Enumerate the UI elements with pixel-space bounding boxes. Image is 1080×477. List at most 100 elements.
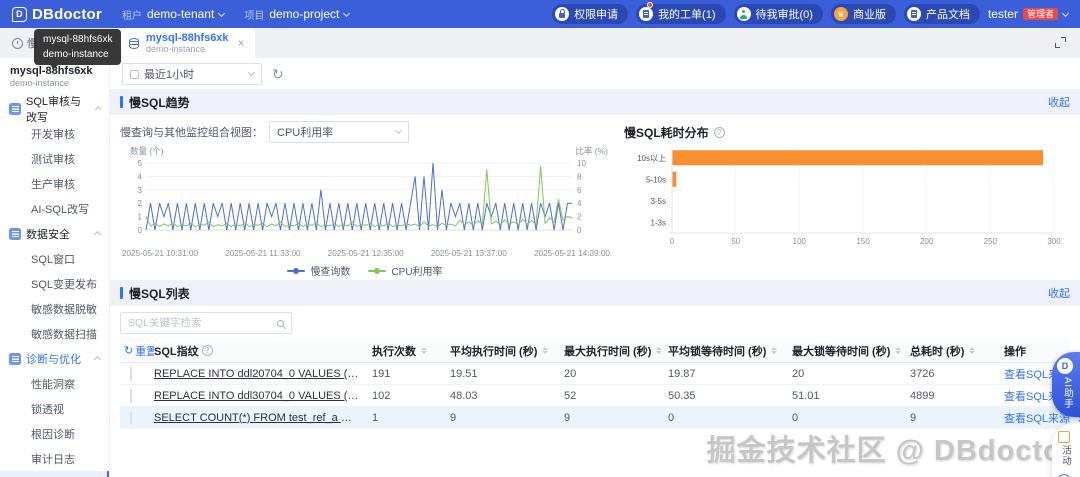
table-row[interactable]: SELECT COUNT(*) FROM test_ref_a WHERE a … xyxy=(120,407,1080,429)
sidebar-item-label: 生产审核 xyxy=(31,178,75,191)
sidebar-item-performance-insight[interactable]: 性能洞察 xyxy=(0,371,109,396)
x-tick-label: 2025-05-21 13:37:00 xyxy=(430,249,507,258)
sort-icon[interactable] xyxy=(542,346,549,355)
top-navbar: D DBdoctor 租户 demo-tenant 项目 demo-projec… xyxy=(0,0,1080,28)
table-row[interactable]: REPLACE INTO ddl20704_0 VALUES (?, ?, ?)… xyxy=(120,363,1080,385)
table-cell: 3726 xyxy=(910,367,935,380)
sidebar-item-slow-sql[interactable]: 慢SQL治理 xyxy=(0,471,109,477)
user-menu[interactable]: tester 管理者 xyxy=(987,7,1070,21)
table-cell: 20 xyxy=(564,367,577,380)
tab-instance[interactable]: mysql-88hfs6xk demo-instance × xyxy=(119,28,255,58)
col-total-time: 总耗时 (秒) xyxy=(910,345,965,358)
sql-search-input[interactable] xyxy=(128,317,271,329)
svg-text:100: 100 xyxy=(793,237,807,246)
sql-search-box[interactable] xyxy=(120,312,292,334)
sidebar-item-ai-sql-rewrite[interactable]: AI-SQL改写 xyxy=(0,196,109,221)
table-cell: 9 xyxy=(564,411,571,424)
permission-request-button[interactable]: 权限申请 xyxy=(552,4,629,24)
sidebar-group-data-security[interactable]: 数据安全 xyxy=(0,221,109,246)
row-checkbox[interactable] xyxy=(130,366,132,381)
sidebar-item-audit-log[interactable]: 审计日志 xyxy=(0,446,109,471)
sidebar-item-prod-review[interactable]: 生产审核 xyxy=(0,171,109,196)
tooltip-line2: demo-instance xyxy=(43,49,109,60)
sort-icon[interactable] xyxy=(656,346,663,355)
x-tick-label: 2025-05-21 14:39:00 xyxy=(533,249,610,258)
sort-icon[interactable] xyxy=(895,346,902,355)
reset-button[interactable]: ↻ 重置 xyxy=(120,343,154,359)
table-header-row: ↻ 重置 SQL指纹? 执行次数 平均执行时间 (秒) 最大执行时间 (秒) 平… xyxy=(120,339,1070,363)
legend-item[interactable]: 慢查询数 xyxy=(287,263,350,278)
activity-button[interactable]: 活动 xyxy=(1058,431,1080,466)
sidebar-item-label: 锁透视 xyxy=(31,403,64,416)
ai-assistant-button[interactable]: D AI助手 xyxy=(1052,352,1080,417)
pending-approval-button[interactable]: 待我审批(0) xyxy=(733,4,823,24)
time-range-select[interactable]: 最近1小时 xyxy=(122,63,262,85)
svg-text:3: 3 xyxy=(138,186,143,195)
fullscreen-icon[interactable] xyxy=(1055,37,1066,48)
row-checkbox[interactable] xyxy=(130,388,132,403)
project-label: 项目 xyxy=(244,10,265,22)
help-icon[interactable]: ? xyxy=(713,127,725,138)
sidebar-item-data-scan[interactable]: 敏感数据扫描 xyxy=(0,321,109,346)
project-selector[interactable]: 项目 demo-project xyxy=(244,7,351,22)
sidebar-item-sql-change-release[interactable]: SQL变更发布 xyxy=(0,271,109,296)
navbar-actions: 权限申请 我的工单(1) 待我审批(0) ♛ 商业版 产品文档 tester 管… xyxy=(552,2,1070,24)
table-row[interactable]: REPLACE INTO ddl30704_0 VALUES (?, ?, ?)… xyxy=(120,385,1080,407)
svg-text:50: 50 xyxy=(731,237,740,246)
col-max-exec-time: 最大执行时间 (秒) xyxy=(564,345,652,358)
trend-body: 慢查询与其他监控组合视图： CPU利用率 数量 (个) 比率 (%) 0 1 2 3 4… xyxy=(110,115,1080,280)
sidebar-item-data-masking[interactable]: 敏感数据脱敏 xyxy=(0,296,109,321)
trend-collapse-link[interactable]: 收起 xyxy=(1048,94,1070,110)
sql-fingerprint-link[interactable]: SELECT COUNT(*) FROM test_ref_a WHERE a … xyxy=(154,412,372,424)
sidebar-group-label: SQL审核与改写 xyxy=(26,95,82,124)
help-icon[interactable]: ? xyxy=(201,345,213,356)
refresh-icon[interactable]: ↻ xyxy=(272,67,284,81)
tenant-selector[interactable]: 租户 demo-tenant xyxy=(122,7,226,22)
svg-text:300: 300 xyxy=(1047,237,1061,246)
logo-text: DBdoctor xyxy=(32,5,102,23)
sort-icon[interactable] xyxy=(421,346,427,355)
list-collapse-link[interactable]: 收起 xyxy=(1048,285,1070,301)
trend-section-header: 慢SQL趋势 收起 xyxy=(110,89,1080,115)
sidebar-item-dev-review[interactable]: 开发审核 xyxy=(0,121,109,146)
x-tick-label: 2025-05-21 12:35:00 xyxy=(327,249,404,258)
sidebar-item-lock-view[interactable]: 锁透视 xyxy=(0,396,109,421)
username: tester xyxy=(987,7,1018,21)
my-tickets-button[interactable]: 我的工单(1) xyxy=(636,2,726,24)
doc-icon xyxy=(906,7,921,21)
chevron-up-icon xyxy=(93,230,102,239)
row-checkbox[interactable] xyxy=(130,410,132,425)
y-axis-left-title: 数量 (个) xyxy=(130,146,164,156)
legend-item[interactable]: CPU利用率 xyxy=(368,263,443,278)
assistant-icon: D xyxy=(1057,358,1073,374)
sidebar-group-diagnosis[interactable]: 诊断与优化 xyxy=(0,346,109,371)
metric-select[interactable]: CPU利用率 xyxy=(269,120,409,143)
search-icon[interactable] xyxy=(277,319,284,327)
svg-text:150: 150 xyxy=(856,237,870,246)
sidebar-group-sql-review[interactable]: SQL审核与改写 xyxy=(0,96,109,124)
sort-icon[interactable] xyxy=(771,346,778,355)
close-icon[interactable]: × xyxy=(238,36,245,50)
table-cell: 51.01 xyxy=(792,389,820,402)
sql-fingerprint-link[interactable]: REPLACE INTO ddl30704_0 VALUES (?, ?, ?) xyxy=(154,390,372,402)
toolbar: 最近1小时 ↻ xyxy=(110,58,1080,89)
svg-text:4: 4 xyxy=(138,172,143,181)
sidebar-item-root-cause[interactable]: 根因诊断 xyxy=(0,421,109,446)
col-avg-lock-wait: 平均锁等待时间 (秒) xyxy=(668,345,767,358)
svg-text:0: 0 xyxy=(670,237,675,246)
sql-fingerprint-link[interactable]: REPLACE INTO ddl20704_0 VALUES (?, ?, ?) xyxy=(154,368,372,380)
sidebar-item-label: 敏感数据扫描 xyxy=(31,328,97,341)
sort-icon[interactable] xyxy=(969,346,976,355)
x-tick-label: 2025-05-21 11:33:00 xyxy=(225,249,301,258)
database-icon xyxy=(129,37,139,49)
sidebar-item-test-review[interactable]: 测试审核 xyxy=(0,146,109,171)
svg-text:200: 200 xyxy=(920,237,934,246)
commercial-edition-button[interactable]: ♛ 商业版 xyxy=(830,4,896,24)
product-docs-button[interactable]: 产品文档 xyxy=(903,4,980,24)
sidebar-item-label: SQL变更发布 xyxy=(31,278,98,291)
list-section-title: 慢SQL列表 xyxy=(129,286,190,301)
table-cell: 9 xyxy=(910,411,917,424)
table-cell: 50.35 xyxy=(668,389,696,402)
sidebar-item-sql-window[interactable]: SQL窗口 xyxy=(0,246,109,271)
app-logo[interactable]: D DBdoctor xyxy=(12,6,102,23)
